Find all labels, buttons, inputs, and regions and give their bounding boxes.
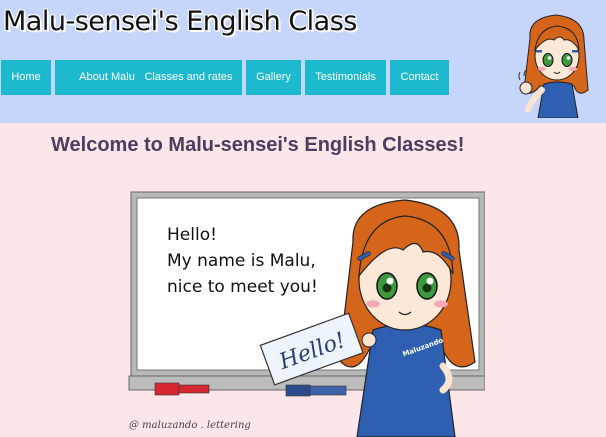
nav-item-contact[interactable]: Contact [390, 60, 449, 95]
malu-avatar-waving [518, 14, 589, 118]
nav-item-testimonials[interactable]: Testimonials [305, 60, 386, 95]
board-line-2: My name is Malu, [167, 251, 316, 271]
hero-illustration: Hello! My name is Malu, nice to meet you… [128, 191, 485, 437]
blue-marker-icon [285, 384, 311, 397]
site-title: Malu-sensei's English Class [3, 6, 357, 37]
red-marker-icon [154, 382, 180, 396]
signature: @ maluzando . lettering [129, 420, 251, 431]
board-line-1: Hello! [167, 225, 217, 245]
nav-item-classes[interactable]: Classes and rates [135, 60, 242, 95]
welcome-heading: Welcome to Malu-sensei's English Classes… [51, 134, 465, 156]
nav-item-home[interactable]: Home [1, 60, 51, 95]
site-header: Malu-sensei's English Class Home About M… [0, 0, 606, 123]
nav-item-gallery[interactable]: Gallery [246, 60, 301, 95]
board-line-3: nice to meet you! [167, 277, 318, 297]
